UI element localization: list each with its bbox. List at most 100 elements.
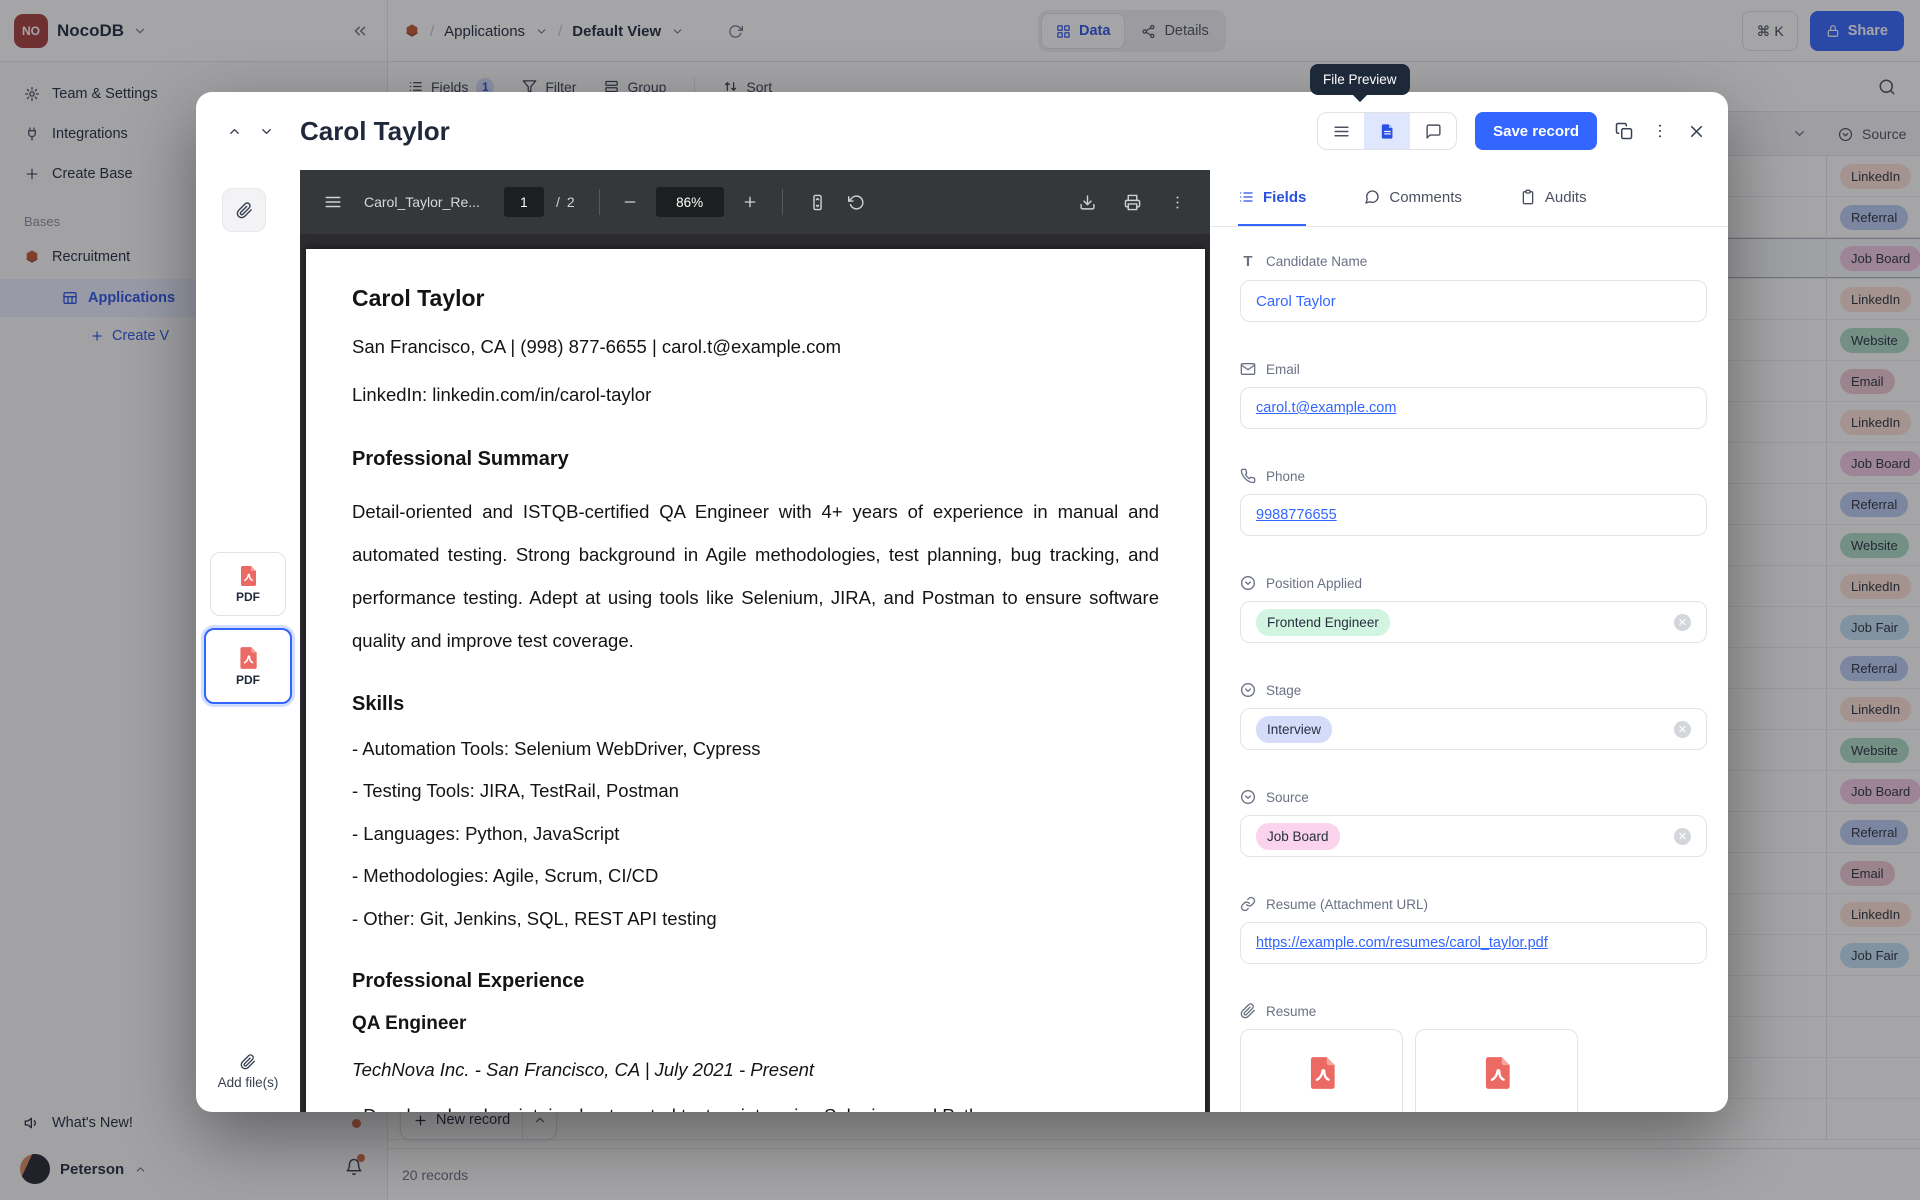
close-icon[interactable]	[1687, 122, 1706, 141]
zoom-out-icon[interactable]	[622, 194, 638, 210]
pdf-file-icon	[1478, 1054, 1516, 1092]
record-title[interactable]: Carol Taylor	[300, 116, 450, 147]
pdf-skill-item: - Automation Tools: Selenium WebDriver, …	[352, 728, 1159, 771]
zoom-in-icon[interactable]	[742, 194, 758, 210]
resume-url-input[interactable]: https://example.com/resumes/carol_taylor…	[1240, 922, 1707, 964]
pdf-thumb-label: PDF	[236, 590, 260, 604]
field-label: Position Applied	[1266, 576, 1362, 591]
attach-file-button[interactable]	[222, 188, 266, 232]
pdf-more-options-icon[interactable]	[1169, 194, 1186, 211]
download-icon[interactable]	[1079, 194, 1096, 211]
fields-icon	[1238, 189, 1254, 205]
email-input[interactable]: carol.t@example.com	[1240, 387, 1707, 429]
pdf-thumbnail-2-selected[interactable]: PDF	[204, 628, 292, 704]
file-preview-icon	[1379, 123, 1396, 140]
previous-record-button[interactable]	[218, 115, 250, 147]
field-resume-url: Resume (Attachment URL) https://example.…	[1240, 896, 1707, 964]
pdf-file-icon	[236, 564, 260, 588]
text-field-icon: T	[1240, 253, 1256, 270]
field-position-applied: Position Applied Frontend Engineer ✕	[1240, 575, 1707, 643]
pdf-role-heading: QA Engineer	[352, 1013, 1159, 1035]
phone-input[interactable]: 9988776655	[1240, 494, 1707, 536]
save-record-button[interactable]: Save record	[1475, 112, 1597, 150]
phone-link[interactable]: 9988776655	[1256, 507, 1337, 523]
save-record-label: Save record	[1493, 123, 1579, 140]
clear-value-icon[interactable]: ✕	[1674, 828, 1691, 845]
pdf-page: Carol Taylor San Francisco, CA | (998) 8…	[306, 249, 1205, 1112]
pdf-skill-item: - Methodologies: Agile, Scrum, CI/CD	[352, 855, 1159, 898]
zoom-level-input[interactable]: 86%	[656, 187, 724, 217]
field-source: Source Job Board ✕	[1240, 789, 1707, 857]
paperclip-icon	[236, 202, 253, 219]
pdf-doc-name: Carol Taylor	[352, 285, 1159, 312]
link-icon	[1240, 896, 1256, 912]
panel-tabs: Fields Comments Audits	[1210, 170, 1728, 227]
single-select-icon	[1240, 682, 1256, 698]
pdf-skills-heading: Skills	[352, 693, 1159, 716]
attachment-rail: PDF PDF Add file(s)	[196, 170, 300, 1112]
add-files-button[interactable]: Add file(s)	[196, 1054, 300, 1090]
pdf-skill-item: - Testing Tools: JIRA, TestRail, Postman	[352, 770, 1159, 813]
copy-record-icon[interactable]	[1615, 122, 1633, 140]
attachment-card-2[interactable]	[1415, 1029, 1578, 1112]
clear-value-icon[interactable]: ✕	[1674, 721, 1691, 738]
pdf-toolbar-divider	[599, 189, 600, 215]
pdf-linkedin-line: LinkedIn: linkedin.com/in/carol-taylor	[352, 384, 1159, 406]
position-pill: Frontend Engineer	[1256, 609, 1390, 636]
record-fields-view-button[interactable]	[1318, 113, 1364, 149]
next-record-button[interactable]	[250, 115, 282, 147]
chevron-down-icon	[259, 124, 274, 139]
resume-url-link[interactable]: https://example.com/resumes/carol_taylor…	[1256, 935, 1548, 951]
file-preview-button[interactable]	[1364, 113, 1410, 149]
attachment-cards	[1240, 1029, 1707, 1112]
pdf-file-icon	[1303, 1054, 1341, 1092]
attachment-thumbnails: PDF PDF	[196, 552, 300, 704]
print-icon[interactable]	[1124, 194, 1141, 211]
pdf-toolbar: Carol_Taylor_Re... 1 / 2 86%	[300, 170, 1210, 234]
pdf-viewer: Carol_Taylor_Re... 1 / 2 86%	[300, 170, 1210, 1112]
pdf-skill-item: - Languages: Python, JavaScript	[352, 813, 1159, 856]
rotate-icon[interactable]	[848, 194, 865, 211]
attachment-card-1[interactable]	[1240, 1029, 1403, 1112]
record-actions: Save record	[1317, 112, 1706, 150]
clipboard-icon	[1520, 189, 1536, 205]
pdf-thumbnail-1[interactable]: PDF	[210, 552, 286, 616]
stage-pill: Interview	[1256, 716, 1332, 743]
pdf-file-icon	[235, 645, 261, 671]
field-resume-attachments: Resume	[1240, 1003, 1707, 1112]
tab-comments[interactable]: Comments	[1364, 170, 1462, 226]
tab-fields-label: Fields	[1263, 189, 1306, 206]
field-candidate-name: T Candidate Name Carol Taylor	[1240, 253, 1707, 322]
candidate-name-input[interactable]: Carol Taylor	[1240, 280, 1707, 322]
tab-audits[interactable]: Audits	[1520, 170, 1587, 226]
more-options-icon[interactable]	[1651, 122, 1669, 140]
field-stage: Stage Interview ✕	[1240, 682, 1707, 750]
pdf-canvas[interactable]: Carol Taylor San Francisco, CA | (998) 8…	[300, 234, 1210, 1112]
add-files-label: Add file(s)	[218, 1075, 279, 1090]
comment-icon	[1425, 123, 1442, 140]
page-divider: /	[556, 194, 560, 210]
clear-value-icon[interactable]: ✕	[1674, 614, 1691, 631]
record-comments-button[interactable]	[1410, 113, 1456, 149]
pdf-skill-item: - Other: Git, Jenkins, SQL, REST API tes…	[352, 898, 1159, 941]
tab-fields[interactable]: Fields	[1238, 170, 1306, 226]
field-label: Source	[1266, 790, 1309, 805]
pdf-bullet-line: - Developed and maintained automated tes…	[352, 1105, 1159, 1112]
pdf-sidebar-toggle-icon[interactable]	[324, 193, 342, 211]
pdf-contact-line: San Francisco, CA | (998) 877-6655 | car…	[352, 336, 1159, 358]
pdf-toolbar-right	[1079, 194, 1186, 211]
page-total: 2	[567, 194, 575, 210]
stage-select[interactable]: Interview ✕	[1240, 708, 1707, 750]
single-select-icon	[1240, 789, 1256, 805]
candidate-name-value: Carol Taylor	[1256, 293, 1336, 310]
paperclip-icon	[240, 1054, 256, 1070]
file-preview-tooltip: File Preview	[1310, 64, 1410, 95]
fit-to-page-icon[interactable]	[809, 194, 826, 211]
record-body: PDF PDF Add file(s) Carol_Taylor_Re...	[196, 170, 1728, 1112]
page-number-input[interactable]: 1	[504, 187, 544, 217]
position-applied-select[interactable]: Frontend Engineer ✕	[1240, 601, 1707, 643]
source-select[interactable]: Job Board ✕	[1240, 815, 1707, 857]
pdf-skills-list: - Automation Tools: Selenium WebDriver, …	[352, 728, 1159, 941]
pdf-toolbar-divider	[782, 189, 783, 215]
email-link[interactable]: carol.t@example.com	[1256, 400, 1396, 416]
